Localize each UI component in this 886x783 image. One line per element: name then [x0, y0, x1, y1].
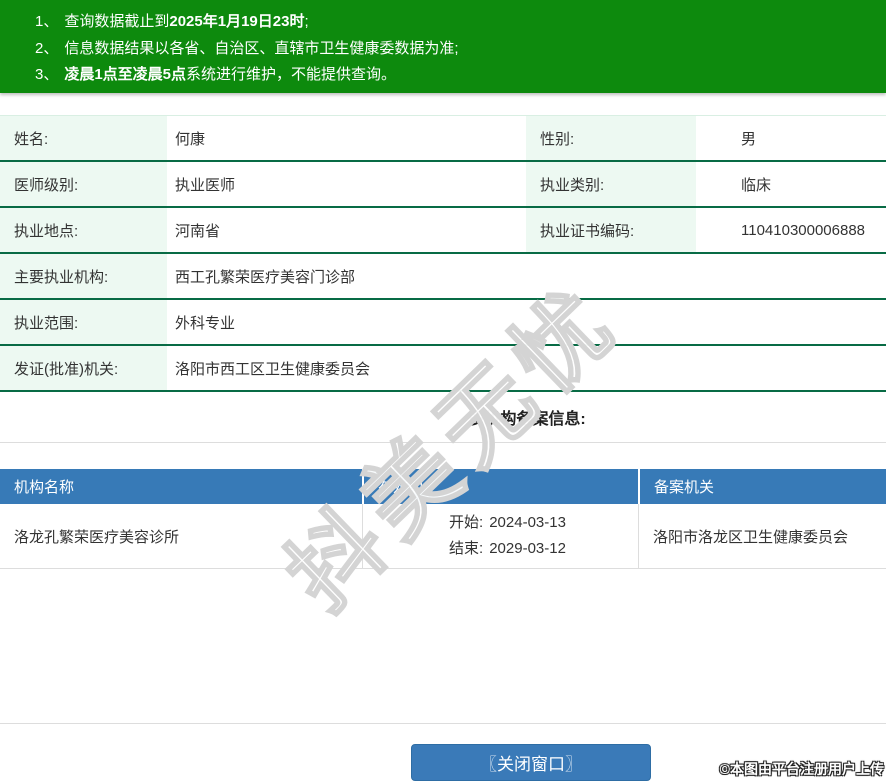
field-value-practice-scope: 外科专业 [175, 314, 236, 332]
notice-text: ; [304, 13, 309, 30]
field-label-practice-category: 执业类别: [526, 162, 696, 206]
validity-start: 开始: 2024-03-13 [449, 510, 566, 536]
field-value-license-number: 110410300006888 [741, 221, 866, 239]
field-label-name: 姓名: [0, 116, 167, 160]
validity-end-date: 2029-03-12 [489, 540, 566, 557]
field-label-main-institution: 主要执业机构: [0, 254, 167, 298]
field-label-gender: 性别: [526, 116, 696, 160]
notice-number: 1、 [35, 13, 59, 30]
org-filing-table: 机构名称 有效期 备案机关 洛龙孔繁荣医疗美容诊所 开始: 2024-03-13 … [0, 469, 886, 569]
org-table-row: 洛龙孔繁荣医疗美容诊所 开始: 2024-03-13 结束: 2029-03-12 … [0, 504, 886, 569]
field-label-doctor-level: 医师级别: [0, 162, 167, 206]
profile-row-main-institution: 主要执业机构: 西工孔繁荣医疗美容门诊部 [0, 254, 886, 300]
section-title: 多机构备案信息: [468, 411, 586, 428]
profile-row-practice-scope: 执业范围: 外科专业 [0, 300, 886, 346]
field-value-main-institution: 西工孔繁荣医疗美容门诊部 [175, 268, 356, 286]
org-table-header: 机构名称 有效期 备案机关 [0, 469, 886, 504]
field-label-license-number: 执业证书编码: [526, 208, 696, 252]
profile-row-level-category: 医师级别: 执业医师 执业类别: 临床 [0, 162, 886, 208]
notice-text: 信息数据结果以各省、自治区、直辖市卫生健康委数据为准; [64, 39, 459, 57]
notice-text-bold: 2025年1月19日23时 [169, 13, 305, 30]
notice-text: 系统进行维护，不能提供查询。 [186, 66, 397, 83]
org-cell-institution-name: 洛龙孔繁荣医疗美容诊所 [14, 528, 180, 546]
org-header-validity: 有效期 [362, 469, 638, 504]
profile-row-name-gender: 姓名: 何康 性别: 男 [0, 116, 886, 162]
profile-table: 姓名: 何康 性别: 男 医师级别: 执业医师 执业类别: 临床 执业地点: 河… [0, 115, 886, 392]
field-value-issuing-authority: 洛阳市西工区卫生健康委员会 [175, 360, 371, 378]
field-label-practice-scope: 执业范围: [0, 300, 167, 344]
field-value-gender: 男 [741, 130, 757, 148]
profile-row-issuing-authority: 发证(批准)机关: 洛阳市西工区卫生健康委员会 [0, 346, 886, 392]
notice-line-1: 1、 查询数据截止到2025年1月19日23时; [35, 9, 876, 36]
org-cell-filing-authority: 洛阳市洛龙区卫生健康委员会 [638, 504, 886, 568]
org-header-institution-name: 机构名称 [14, 479, 75, 496]
field-value-name: 何康 [175, 130, 206, 148]
validity-end-label: 结束: [449, 540, 484, 557]
notice-line-3: 3、 凌晨1点至凌晨5点系统进行维护，不能提供查询。 [35, 62, 876, 89]
validity-start-date: 2024-03-13 [489, 514, 566, 531]
field-value-practice-category: 临床 [741, 176, 772, 194]
field-value-practice-location: 河南省 [175, 222, 221, 240]
button-area: 〖关闭窗口〗 [0, 744, 886, 781]
notice-text-bold: 凌晨1点至凌晨5点 [64, 66, 187, 83]
profile-row-location-license: 执业地点: 河南省 执业证书编码: 110410300006888 [0, 208, 886, 254]
notice-text: 查询数据截止到 [64, 13, 170, 30]
notice-number: 3、 [35, 66, 59, 83]
field-label-practice-location: 执业地点: [0, 208, 167, 252]
validity-start-label: 开始: [449, 514, 484, 531]
notice-banner: 1、 查询数据截止到2025年1月19日23时; 2、 信息数据结果以各省、自治区、… [0, 0, 886, 93]
section-header: 多机构备案信息: [0, 392, 886, 443]
validity-end: 结束: 2029-03-12 [449, 536, 566, 562]
notice-line-2: 2、 信息数据结果以各省、自治区、直辖市卫生健康委数据为准; [35, 36, 876, 63]
org-header-filing-authority: 备案机关 [638, 469, 886, 504]
notice-number: 2、 [35, 39, 59, 57]
org-cell-validity: 开始: 2024-03-13 结束: 2029-03-12 [362, 504, 638, 568]
field-label-issuing-authority: 发证(批准)机关: [0, 346, 167, 390]
close-window-button[interactable]: 〖关闭窗口〗 [411, 744, 651, 781]
bottom-divider [0, 723, 886, 724]
field-value-doctor-level: 执业医师 [175, 176, 236, 194]
